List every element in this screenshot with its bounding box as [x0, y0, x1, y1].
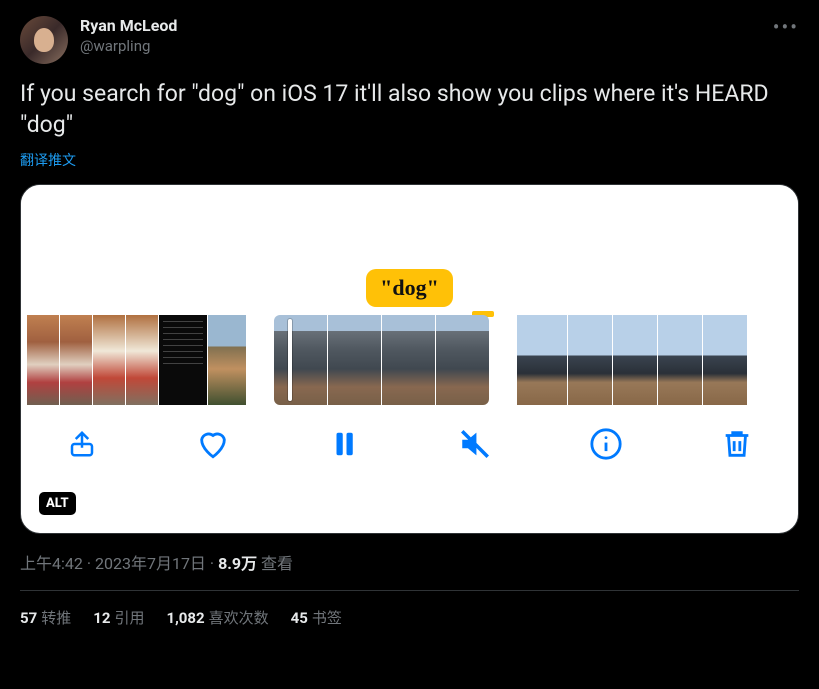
alt-badge[interactable]: ALT: [39, 492, 76, 515]
clip-group-right[interactable]: [517, 315, 747, 405]
thumbnail: [159, 315, 207, 405]
share-button[interactable]: [65, 427, 99, 461]
likes-stat[interactable]: 1,082喜欢次数: [166, 607, 268, 628]
quotes-stat[interactable]: 12引用: [93, 607, 144, 628]
translate-link[interactable]: 翻译推文: [20, 150, 76, 170]
thumbnail: [27, 315, 59, 405]
thumbnail: [382, 315, 435, 405]
user-handle: @warpling: [80, 37, 761, 57]
thumbnail: [93, 315, 125, 405]
media-toolbar: [21, 405, 798, 491]
tweet-meta: 上午4:42 · 2023年7月17日 · 8.9万 查看: [20, 550, 799, 574]
avatar[interactable]: [20, 16, 68, 64]
clip-group-current[interactable]: [274, 315, 489, 405]
media-whitespace-top: [21, 185, 798, 269]
delete-button[interactable]: [720, 427, 754, 461]
retweets-stat[interactable]: 57转推: [20, 607, 71, 628]
thumbnail: [658, 315, 702, 405]
more-options-button[interactable]: •••: [773, 16, 799, 32]
thumbnail: [568, 315, 612, 405]
video-timeline[interactable]: [21, 315, 798, 405]
trash-icon: [720, 427, 754, 461]
thumbnail: [703, 315, 747, 405]
like-button[interactable]: [196, 427, 230, 461]
tweet-header: Ryan McLeod @warpling •••: [20, 16, 799, 64]
mute-button[interactable]: [458, 427, 492, 461]
clip-group-left[interactable]: [27, 315, 246, 405]
thumbnail: [274, 315, 327, 405]
stats-row: 57转推 12引用 1,082喜欢次数 45书签: [20, 591, 799, 628]
thumbnail: [60, 315, 92, 405]
caption-row: "dog": [21, 269, 798, 315]
thumbnail: [613, 315, 657, 405]
views-count: 8.9万: [218, 554, 257, 573]
tweet-container: Ryan McLeod @warpling ••• If you search …: [0, 0, 819, 644]
speaker-muted-icon: [458, 427, 492, 461]
tweet-time[interactable]: 上午4:42: [20, 554, 83, 573]
tweet-date[interactable]: 2023年7月17日: [95, 554, 206, 573]
thumbnail: [328, 315, 381, 405]
views-label: 查看: [257, 554, 293, 573]
thumbnail: [436, 315, 489, 405]
pause-button[interactable]: [327, 427, 361, 461]
share-icon: [67, 429, 97, 459]
display-name: Ryan McLeod: [80, 16, 761, 37]
info-icon: [589, 427, 623, 461]
info-button[interactable]: [589, 427, 623, 461]
media-card: "dog": [20, 184, 799, 534]
thumbnail: [208, 315, 246, 405]
pause-icon: [329, 429, 359, 459]
thumbnail: [126, 315, 158, 405]
heart-icon: [196, 427, 230, 461]
user-block[interactable]: Ryan McLeod @warpling: [80, 16, 761, 56]
thumbnail: [517, 315, 567, 405]
bookmarks-stat[interactable]: 45书签: [291, 607, 342, 628]
caption-tag: "dog": [366, 269, 453, 307]
tweet-text: If you search for "dog" on iOS 17 it'll …: [20, 78, 799, 140]
